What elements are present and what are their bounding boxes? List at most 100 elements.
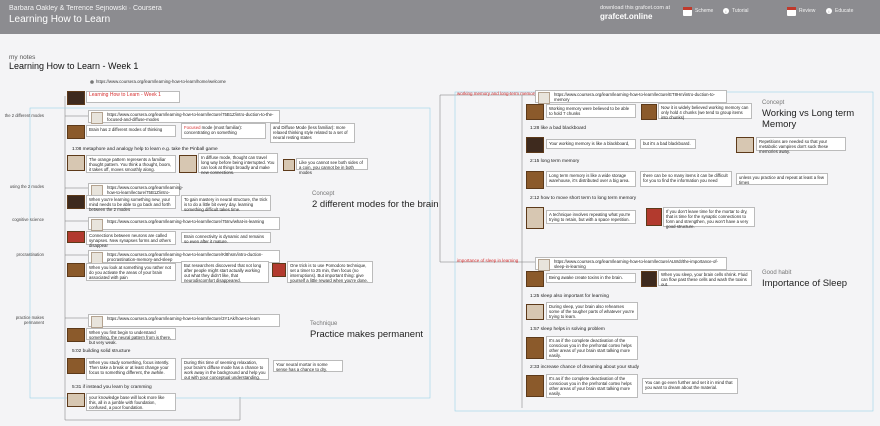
note-repetitions: Repetitions are needed so that your meta… [756,137,846,154]
note-brain-dynamic: Brain connectivity is dynamic and remain… [181,232,271,244]
note-focus-intently: When you study something, focus intently… [86,358,176,380]
time-dream: 2:33 increase chance of dreaming about y… [530,365,640,370]
awake-thumbnail [526,271,544,287]
week-title-node[interactable]: Learning How to Learn - Week 1 [86,91,180,103]
structure-thumbnail [67,358,85,374]
note-diffuse-mode: and Diffuse Mode (less familiar): more r… [270,123,355,143]
page-title: Learning How to Learn - Week 1 [9,61,139,71]
author-line: Barbara Oakley & Terrence Sejnowski · Co… [9,5,162,12]
time-long-term: 2:15 long term memory [530,159,580,164]
mindmap-canvas: Barbara Oakley & Terrence Sejnowski · Co… [0,0,880,426]
note-practice-repeat: unless you practice and repeat at least … [736,173,828,185]
note-spaced-repetition: A technique involves repeating what you'… [546,210,636,224]
concept-kicker-2: Technique [310,321,338,327]
time-move-memory: 2:12 how to move short term to long term… [530,196,637,201]
rehearse-thumbnail [526,304,544,320]
four-chunks-thumbnail [641,104,657,120]
chunks-thumbnail [526,104,544,120]
link-modes-lecture[interactable]: https://www.coursera.org/learn/learning-… [88,110,280,124]
sleep-thumbnail [67,195,85,209]
link-sleep-lecture[interactable]: https://www.coursera.org/learn/learning-… [535,257,727,271]
time-metaphor: 1:08 metaphore and analogy help to learn… [72,147,218,152]
welcome-link[interactable]: https://www.coursera.org/learn/learning-… [96,79,226,84]
note-focused-mode: Focused mode (most familiar): concentrat… [181,123,266,139]
concept-kicker-1: Concept [312,191,335,197]
time-sleep-learning: 1:25 sleep also important for learning [530,294,609,299]
spacing-thumbnail [526,207,544,229]
jumble-thumbnail [67,393,85,407]
label-sleep: importance of sleep in learning [457,258,519,263]
note-back-forth: When you're learning something new, your… [86,195,176,212]
pinball-thumbnail [67,155,85,171]
note-dream-material: You can go even further and set it in mi… [642,378,738,394]
note-hard-to-find: there can be so many items it can be dif… [640,171,732,187]
brain-thumbnail [67,125,85,139]
note-asleep: When you sleep, your brain cells shrink.… [658,270,752,287]
concept-title-2: Practice makes permanent [310,329,423,340]
vampire-thumbnail [736,137,754,153]
link-how-to-learn[interactable]: https://www.coursera.org/learn/learning-… [88,314,280,328]
time-blackboard: 1:28 like a bad blackboard [530,126,587,131]
note-rehearse: During sleep, your brain also rehearses … [546,302,638,320]
note-brain-two-modes: Brain has 2 different modes of thinking [86,125,176,137]
time-cramming: 5:31 if instead you learn by cramming [72,385,152,390]
note-awake-toxins: Being awake create toxins in the brain. [546,273,636,283]
cortex-thumbnail [526,337,544,359]
note-coin: Like you cannot see both sides of a coin… [296,158,368,175]
concept-kicker-3: Concept [762,100,785,106]
note-pomodoro: One trick is to use Pomodoro technique, … [287,261,373,283]
note-four-chunks: Now it is widely believed working memory… [658,103,752,120]
tutorial-control[interactable]: i Tutorial [723,6,749,16]
coursera-icon [91,219,103,231]
note-mastery: To gain mastery in neural structure, the… [181,195,271,212]
mortar-thumbnail [646,208,662,226]
concept-title-3: Working vs Long term Memory [762,108,855,130]
dream-thumbnail [526,375,544,397]
download-note: download this grafcet.com at [600,5,671,11]
concept-title-1: 2 different modes for the brain [312,199,439,210]
review-control[interactable]: Review [787,6,815,16]
calendar-icon [787,6,796,16]
note-researchers: But researchers discovered that not long… [181,261,269,283]
my-notes-label: my notes [9,54,36,61]
note-orange-pattern: The orange pattern represents a familiar… [86,155,176,173]
link-memory-lecture[interactable]: https://www.coursera.org/learn/learning-… [535,90,727,104]
note-seven-chunks: Working memory were believed to be able … [546,104,636,118]
note-warehouse: Long term memory is like a wide storage … [546,171,636,187]
note-connections: Connections between neurons are called s… [86,231,176,248]
label-using-two-modes: using the 2 modes [9,184,44,189]
note-procrastination-pain: When you look at something you rather no… [86,263,176,281]
download-link[interactable]: grafcet.online [600,12,652,21]
concept-title-4: Importance of Sleep [762,278,848,289]
coursera-icon [91,112,103,124]
note-bad-blackboard: but it's a bad blackboard. [640,139,696,149]
coin-thumbnail [283,159,295,171]
note-prefrontal: It's as if the complete deactivation of … [546,336,638,360]
coursera-icon [538,259,550,271]
label-cognitive-science: cognitive science [12,217,44,222]
time-building: 5:02 building solid structure [72,349,131,354]
coursera-icon [538,92,550,104]
pattern-thumbnail [67,328,85,342]
educate-control[interactable]: i Educate [826,6,853,16]
scheme-control[interactable]: Scheme [683,6,713,16]
diffuse-thumbnail [179,155,197,173]
app-title: Learning How to Learn [9,14,111,25]
pain-thumbnail [67,263,85,277]
note-blackboard: Your working memory is like a blackboard… [546,139,636,149]
label-working-memory: working memory and long-term memory [457,91,537,96]
blackboard-thumbnail [526,137,544,153]
synapse-thumbnail [67,231,85,243]
link-what-is-learning[interactable]: https://www.coursera.org/learn/learning-… [88,217,280,231]
info-icon: i [826,8,832,14]
label-practice: practice makes permanent [15,315,44,325]
asleep-thumbnail [641,271,657,287]
note-diffuse-travel: In diffuse mode, thought can travel long… [198,153,278,175]
timer-icon [272,263,286,277]
calendar-icon [683,6,692,16]
time-solving: 1:57 sleep helps in solving problem [530,327,605,332]
note-jumble: your knowledge base will look more like … [86,393,176,411]
note-first-begin: When you first begin to understand somet… [86,328,176,345]
info-icon: i [723,8,729,14]
note-relaxation: During this time of seeming relaxation, … [181,358,269,380]
